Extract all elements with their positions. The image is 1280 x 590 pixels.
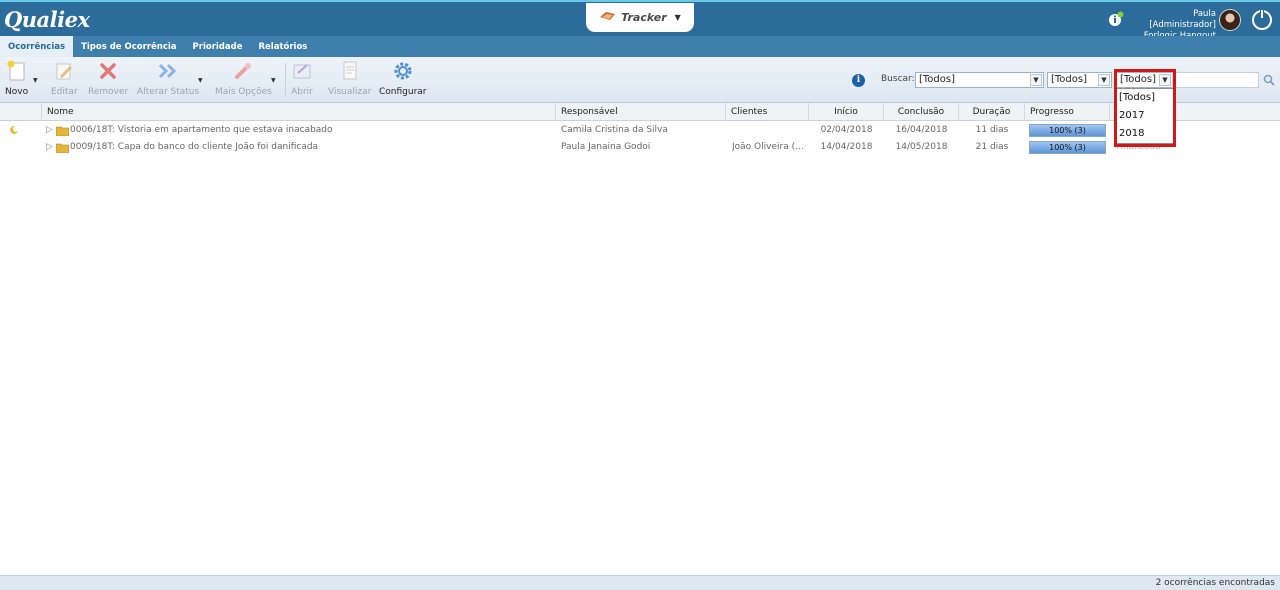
configurar-button[interactable]: Configurar	[379, 60, 427, 97]
row-clientes	[732, 122, 807, 139]
info-icon[interactable]: i	[852, 74, 865, 87]
remover-button[interactable]: Remover	[88, 60, 128, 97]
row-duracao: 21 dias	[975, 142, 1009, 152]
column-clientes[interactable]: Clientes	[726, 103, 809, 121]
tab-ocorrencias[interactable]: Ocorrências	[0, 36, 74, 57]
mais-opcoes-dropdown-icon[interactable]: ▼	[271, 77, 276, 84]
row-duracao: 11 dias	[975, 125, 1009, 135]
row-nome[interactable]: 0009/18T: Capa do banco do cliente João …	[70, 139, 550, 156]
edit-icon	[53, 60, 75, 82]
novo-button[interactable]: Novo	[5, 60, 28, 97]
status-bar: 2 ocorrências encontradas	[0, 575, 1280, 590]
row-conclusao: 14/05/2018	[895, 142, 948, 152]
expand-arrow-icon[interactable]: ▷	[46, 139, 53, 156]
qualiex-logo[interactable]: Qualiex	[4, 7, 90, 32]
wrench-icon	[232, 60, 254, 82]
column-duracao[interactable]: Duração	[959, 103, 1025, 121]
gear-icon	[392, 60, 414, 82]
configurar-label: Configurar	[379, 87, 427, 97]
row-responsavel: Camila Cristina da Silva	[561, 125, 668, 135]
alterar-status-dropdown-icon[interactable]: ▼	[198, 77, 203, 84]
notification-icon[interactable]	[1108, 11, 1124, 27]
user-name: Paula [Administrador]	[1149, 9, 1216, 30]
alterar-status-label: Alterar Status	[137, 87, 200, 97]
abrir-label: Abrir	[291, 87, 313, 97]
chevron-down-icon: ▼	[1030, 74, 1042, 86]
power-icon[interactable]	[1252, 9, 1272, 30]
row-clientes: João Oliveira (v...	[732, 142, 807, 152]
mais-opcoes-label: Mais Opções	[215, 87, 272, 97]
mais-opcoes-button[interactable]: Mais Opções	[215, 60, 272, 97]
remover-label: Remover	[88, 87, 129, 97]
row-responsavel: Paula Janaina Godoi	[561, 142, 651, 152]
editar-button[interactable]: Editar	[51, 60, 78, 97]
year-select[interactable]: [Todos] ▼	[1116, 72, 1173, 88]
tab-tipos-de-ocorrencia[interactable]: Tipos de Ocorrência	[73, 36, 184, 57]
progress-bar: 100% (3)	[1029, 124, 1106, 137]
column-responsavel[interactable]: Responsável	[556, 103, 726, 121]
filter-select-1[interactable]: [Todos] ▼	[915, 72, 1044, 88]
folder-icon	[56, 122, 69, 139]
toolbar-divider	[285, 63, 286, 97]
table-row[interactable]: ▷ 0006/18T: Vistoria em apartamento que …	[0, 122, 1280, 139]
alterar-status-button[interactable]: Alterar Status	[137, 60, 199, 97]
year-option-2018[interactable]: 2018	[1117, 125, 1173, 143]
column-icon	[0, 103, 42, 121]
filter-select-1-value: [Todos]	[919, 74, 956, 85]
moon-icon	[9, 122, 19, 139]
search-icon[interactable]	[1263, 74, 1275, 86]
folder-icon	[56, 139, 69, 156]
year-select-value: [Todos]	[1120, 74, 1157, 85]
abrir-button[interactable]: Abrir	[291, 60, 313, 97]
row-inicio: 14/04/2018	[820, 142, 873, 152]
year-option-2017[interactable]: 2017	[1117, 107, 1173, 125]
year-option-todos[interactable]: [Todos]	[1117, 89, 1173, 107]
row-conclusao: 16/04/2018	[895, 125, 948, 135]
table-row[interactable]: ▷ 0009/18T: Capa do banco do cliente Joã…	[0, 139, 1280, 156]
main-menu: Ocorrências Tipos de Ocorrência Priorida…	[0, 36, 1280, 57]
column-nome[interactable]: Nome	[42, 103, 556, 121]
new-document-icon	[6, 60, 28, 82]
visualizar-label: Visualizar	[328, 87, 372, 97]
double-chevron-right-icon	[157, 60, 179, 82]
search-input[interactable]	[1172, 72, 1259, 88]
column-inicio[interactable]: Início	[809, 103, 884, 121]
column-conclusao[interactable]: Conclusão	[884, 103, 959, 121]
module-selector[interactable]: Tracker ▼	[586, 3, 694, 32]
filter-select-2-value: [Todos]	[1051, 74, 1088, 85]
column-progresso[interactable]: Progresso	[1025, 103, 1110, 121]
remove-icon	[97, 60, 119, 82]
avatar[interactable]	[1219, 9, 1241, 31]
grid-header: Nome Responsável Clientes Início Conclus…	[0, 103, 1280, 121]
chevron-down-icon: ▼	[674, 13, 681, 22]
toolbar: Novo ▼ Editar Remover Alterar Status ▼ M…	[0, 57, 1280, 103]
year-dropdown-list: [Todos] 2017 2018	[1116, 88, 1174, 144]
expand-arrow-icon[interactable]: ▷	[46, 122, 53, 139]
row-nome[interactable]: 0006/18T: Vistoria em apartamento que es…	[70, 122, 550, 139]
novo-label: Novo	[5, 87, 29, 97]
document-icon	[339, 60, 361, 82]
open-icon	[291, 60, 313, 82]
result-count: 2 ocorrências encontradas	[1155, 578, 1275, 588]
progress-bar: 100% (3)	[1029, 141, 1106, 154]
tab-relatorios[interactable]: Relatórios	[250, 36, 315, 57]
chevron-down-icon: ▼	[1098, 74, 1110, 86]
novo-dropdown-icon[interactable]: ▼	[33, 77, 38, 84]
top-bar: Qualiex Tracker ▼ Paula [Administrador] …	[0, 0, 1280, 41]
tracker-icon	[599, 9, 617, 26]
buscar-label: Buscar:	[881, 74, 915, 84]
tab-prioridade[interactable]: Prioridade	[185, 36, 251, 57]
editar-label: Editar	[51, 87, 78, 97]
visualizar-button[interactable]: Visualizar	[328, 60, 371, 97]
chevron-down-icon: ▼	[1159, 74, 1171, 86]
filter-select-2[interactable]: [Todos] ▼	[1047, 72, 1112, 88]
row-inicio: 02/04/2018	[820, 125, 873, 135]
module-label: Tracker	[621, 11, 667, 24]
